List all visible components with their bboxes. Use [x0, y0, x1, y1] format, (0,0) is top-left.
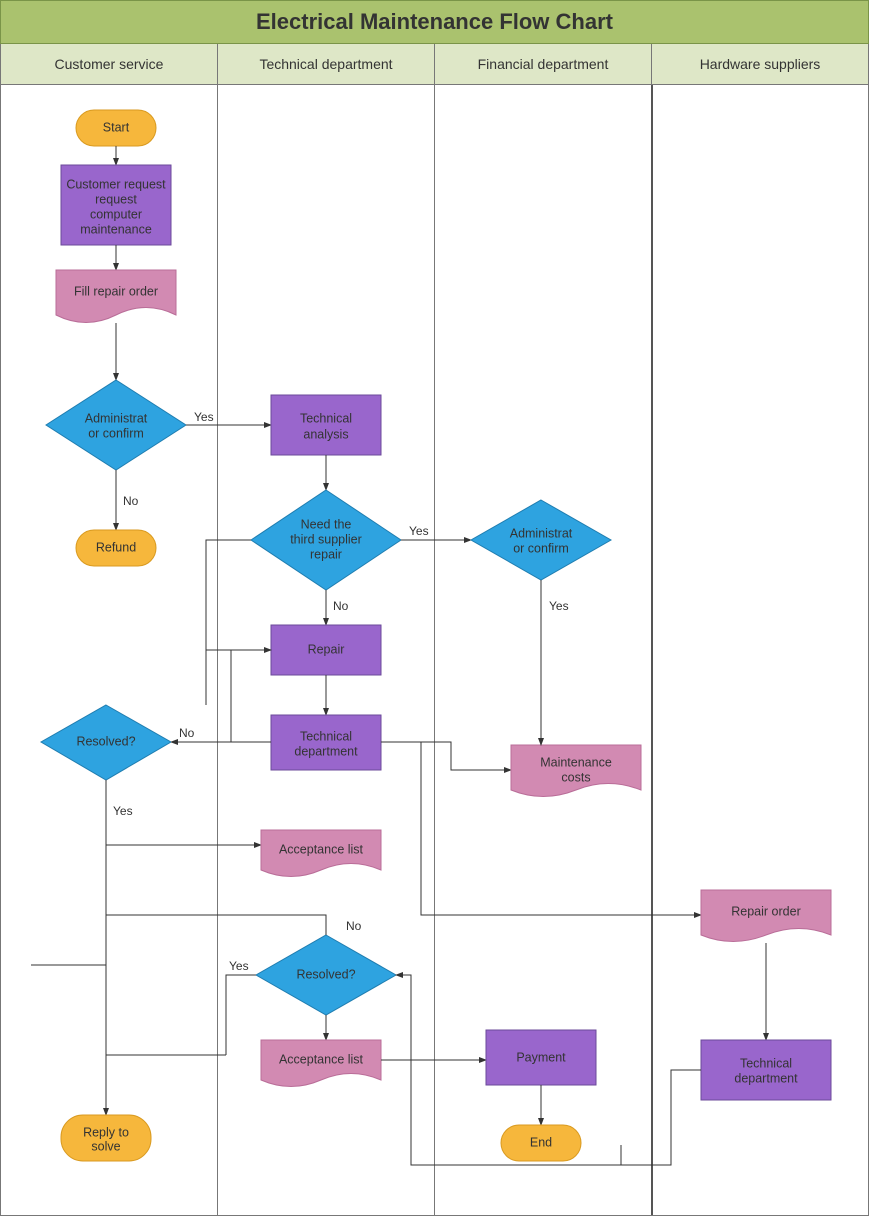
- svg-text:Yes: Yes: [549, 599, 569, 613]
- svg-text:Customer request: Customer request: [66, 177, 166, 191]
- svg-text:End: End: [530, 1135, 552, 1149]
- node-tech-analysis: Technical analysis: [271, 395, 381, 455]
- node-maint-costs: Maintenance costs: [511, 745, 641, 797]
- svg-text:Repair order: Repair order: [731, 904, 800, 918]
- svg-text:Resolved?: Resolved?: [296, 967, 355, 981]
- flowchart-canvas: Start Customer request request computer …: [0, 85, 869, 1216]
- svg-text:Repair: Repair: [308, 642, 345, 656]
- node-need-supplier: Need the third supplier repair: [251, 490, 401, 590]
- svg-text:Need the: Need the: [301, 517, 352, 531]
- svg-text:Yes: Yes: [229, 959, 249, 973]
- svg-text:Administrat: Administrat: [510, 526, 573, 540]
- node-end: End: [501, 1125, 581, 1161]
- svg-text:costs: costs: [561, 770, 590, 784]
- svg-text:Acceptance list: Acceptance list: [279, 1052, 364, 1066]
- svg-text:Yes: Yes: [194, 410, 214, 424]
- node-accept-list-1: Acceptance list: [261, 830, 381, 877]
- svg-text:Technical: Technical: [300, 411, 352, 425]
- svg-text:Acceptance list: Acceptance list: [279, 842, 364, 856]
- node-refund: Refund: [76, 530, 156, 566]
- node-repair: Repair: [271, 625, 381, 675]
- node-admin-confirm-2: Administrat or confirm: [471, 500, 611, 580]
- node-accept-list-2: Acceptance list: [261, 1040, 381, 1087]
- svg-text:Fill repair order: Fill repair order: [74, 284, 158, 298]
- node-fill-order: Fill repair order: [56, 270, 176, 323]
- lane-headers: Customer service Technical department Fi…: [0, 44, 869, 85]
- svg-text:Start: Start: [103, 120, 130, 134]
- svg-text:Technical: Technical: [740, 1056, 792, 1070]
- svg-text:Resolved?: Resolved?: [76, 734, 135, 748]
- node-repair-order: Repair order: [701, 890, 831, 942]
- svg-text:department: department: [734, 1071, 798, 1085]
- chart-title: Electrical Maintenance Flow Chart: [0, 0, 869, 44]
- svg-text:Refund: Refund: [96, 540, 136, 554]
- svg-text:analysis: analysis: [303, 427, 348, 441]
- lane-header: Technical department: [218, 44, 435, 85]
- svg-text:computer: computer: [90, 207, 142, 221]
- svg-text:Maintenance: Maintenance: [540, 755, 612, 769]
- svg-text:department: department: [294, 744, 358, 758]
- flowchart-svg: Start Customer request request computer …: [1, 85, 868, 1215]
- node-admin-confirm-1: Administrat or confirm: [46, 380, 186, 470]
- lane-header: Customer service: [1, 44, 218, 85]
- node-reply: Reply to solve: [61, 1115, 151, 1161]
- svg-text:Administrat: Administrat: [85, 411, 148, 425]
- node-request: Customer request request computer mainte…: [61, 165, 171, 245]
- svg-text:Reply to: Reply to: [83, 1125, 129, 1139]
- node-start: Start: [76, 110, 156, 146]
- lane-header: Financial department: [435, 44, 652, 85]
- svg-text:or confirm: or confirm: [513, 541, 569, 555]
- svg-text:No: No: [333, 599, 349, 613]
- svg-text:or confirm: or confirm: [88, 426, 144, 440]
- svg-text:request: request: [95, 192, 137, 206]
- node-tech-dept-1: Technical department: [271, 715, 381, 770]
- svg-text:repair: repair: [310, 547, 342, 561]
- svg-text:third supplier: third supplier: [290, 532, 362, 546]
- node-resolved-2: Resolved?: [256, 935, 396, 1015]
- svg-text:maintenance: maintenance: [80, 222, 152, 236]
- svg-text:solve: solve: [91, 1139, 120, 1153]
- svg-text:Payment: Payment: [516, 1050, 566, 1064]
- node-resolved-1: Resolved?: [41, 705, 171, 780]
- svg-text:No: No: [346, 919, 362, 933]
- node-payment: Payment: [486, 1030, 596, 1085]
- svg-text:Yes: Yes: [409, 524, 429, 538]
- node-tech-dept-2: Technical department: [701, 1040, 831, 1100]
- svg-text:Technical: Technical: [300, 729, 352, 743]
- lane-header: Hardware suppliers: [652, 44, 868, 85]
- svg-text:Yes: Yes: [113, 804, 133, 818]
- svg-text:No: No: [179, 726, 195, 740]
- svg-text:No: No: [123, 494, 139, 508]
